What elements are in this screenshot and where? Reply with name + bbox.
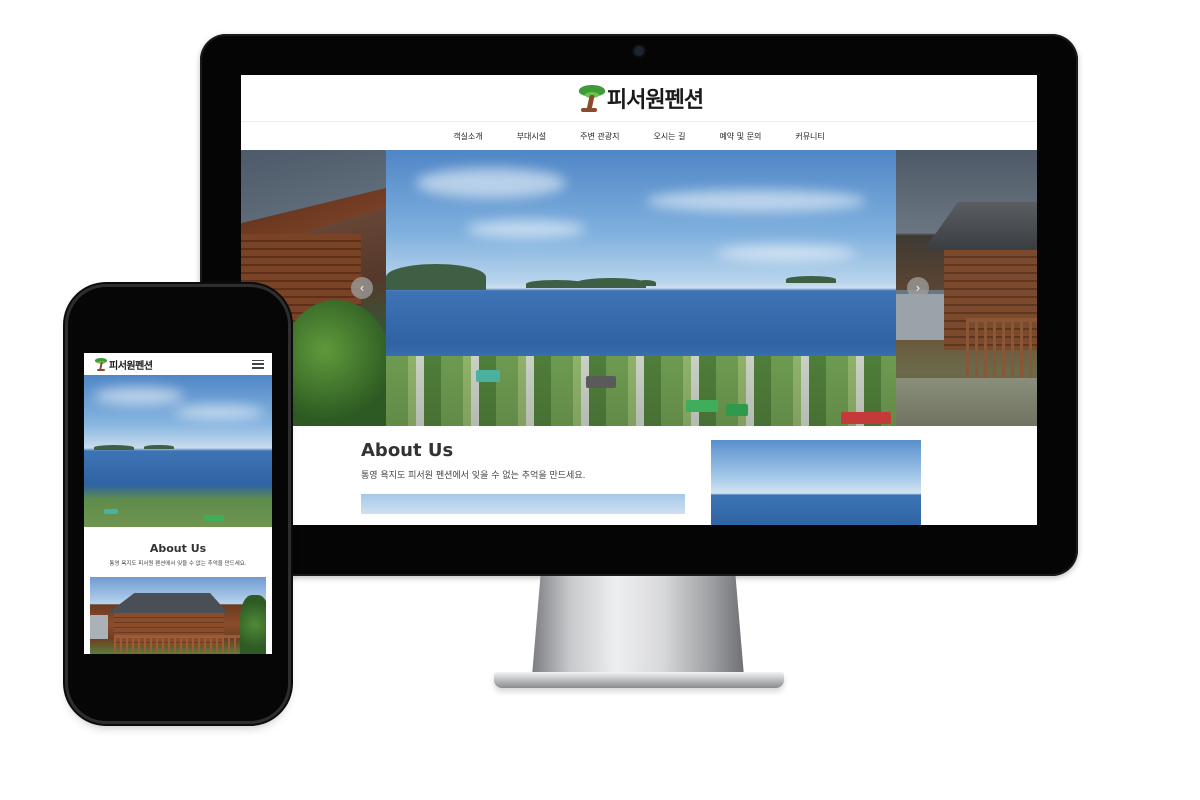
about-title: About Us (361, 440, 454, 461)
site-header: 피서원펜션 (241, 75, 1037, 122)
mobile-about-title: About Us (149, 542, 207, 555)
about-image-right (711, 440, 921, 525)
mobile-phone: 피서원펜션 About Us 통영 욕지도 피서원 펜션에서 잊을 수 없는 추… (68, 287, 288, 721)
tree-logo-icon (94, 357, 108, 371)
monitor-stand (532, 576, 744, 676)
about-section: About Us 통영 욕지도 피서원 펜션에서 잊을 수 없는 추억을 만드세… (241, 426, 1037, 525)
about-subtitle: 통영 욕지도 피서원 펜션에서 잊을 수 없는 추억을 만드세요. (361, 471, 586, 481)
slider-next-button[interactable]: › (907, 277, 929, 299)
nav-item-community[interactable]: 커뮤니티 (778, 131, 841, 142)
slide-main-image (386, 150, 896, 426)
hero-slider: ‹ › (241, 150, 1037, 426)
desktop-website-screen: 피서원펜션 객실소개 부대시설 주변 관광지 오시는 길 예약 및 문의 커뮤니… (241, 75, 1037, 525)
about-image-left (361, 494, 685, 514)
camera-icon (634, 46, 644, 56)
mobile-site-logo[interactable]: 피서원펜션 (94, 357, 153, 372)
mobile-header: 피서원펜션 (84, 353, 272, 375)
mobile-about-subtitle: 통영 욕지도 피서원 펜션에서 잊을 수 없는 추억을 만드세요. (109, 561, 247, 567)
mobile-website-screen: 피서원펜션 About Us 통영 욕지도 피서원 펜션에서 잊을 수 없는 추… (84, 353, 272, 654)
monitor-stand-base (494, 672, 784, 688)
main-nav: 객실소개 부대시설 주변 관광지 오시는 길 예약 및 문의 커뮤니티 (241, 122, 1037, 150)
slider-prev-button[interactable]: ‹ (351, 277, 373, 299)
mobile-about-image (90, 577, 266, 654)
logo-text: 피서원펜션 (606, 88, 704, 113)
nav-item-facilities[interactable]: 부대시설 (500, 131, 563, 142)
nav-item-attractions[interactable]: 주변 관광지 (563, 131, 636, 142)
nav-item-directions[interactable]: 오시는 길 (636, 131, 702, 142)
hamburger-menu-icon[interactable] (252, 359, 264, 369)
tree-logo-icon (575, 83, 605, 113)
nav-item-rooms[interactable]: 객실소개 (436, 131, 499, 142)
nav-item-reservation[interactable]: 예약 및 문의 (702, 131, 778, 142)
site-logo[interactable]: 피서원펜션 (575, 82, 704, 114)
mobile-logo-text: 피서원펜션 (109, 360, 153, 372)
mobile-hero-image (84, 375, 272, 527)
